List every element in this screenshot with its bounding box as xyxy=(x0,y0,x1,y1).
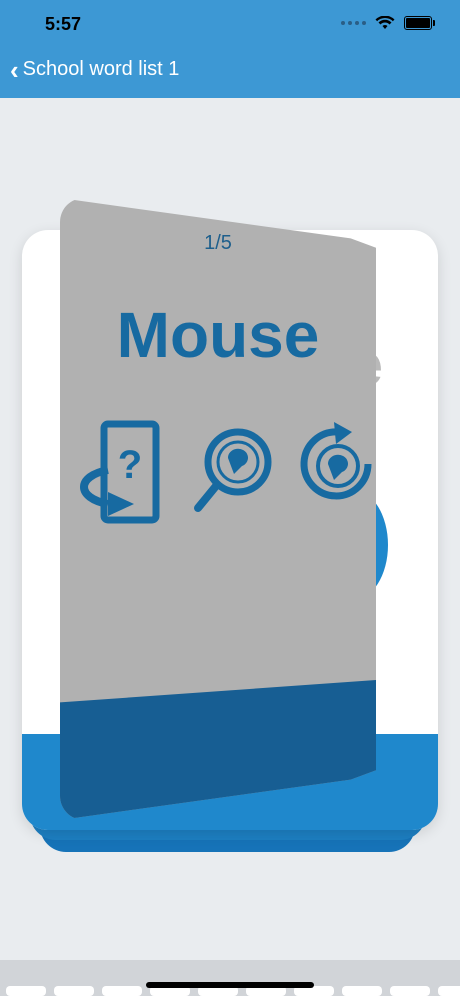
refresh-speech-icon[interactable] xyxy=(298,418,376,528)
wifi-icon xyxy=(375,16,395,29)
card-word: Mouse xyxy=(116,299,320,371)
chevron-left-icon: ‹ xyxy=(10,54,19,85)
battery-icon xyxy=(404,16,435,30)
status-time: 5:57 xyxy=(45,14,82,34)
svg-text:?: ? xyxy=(118,443,142,487)
back-button-label: School word list 1 xyxy=(22,58,180,80)
card-counter: 1/5 xyxy=(204,232,232,254)
app-header: 5:57 ‹ School word list 1 xyxy=(0,0,460,98)
back-button[interactable]: ‹ School word list 1 xyxy=(10,54,180,85)
bottom-bar xyxy=(0,960,460,996)
home-indicator[interactable] xyxy=(146,982,314,988)
card-actions: ? xyxy=(74,418,376,528)
search-speech-icon[interactable] xyxy=(192,418,272,528)
status-icons xyxy=(341,16,435,30)
flip-card-question-icon[interactable]: ? xyxy=(74,418,166,528)
signal-icon xyxy=(341,21,366,25)
flashcard[interactable]: 1/5 Mouse ? xyxy=(60,198,376,820)
